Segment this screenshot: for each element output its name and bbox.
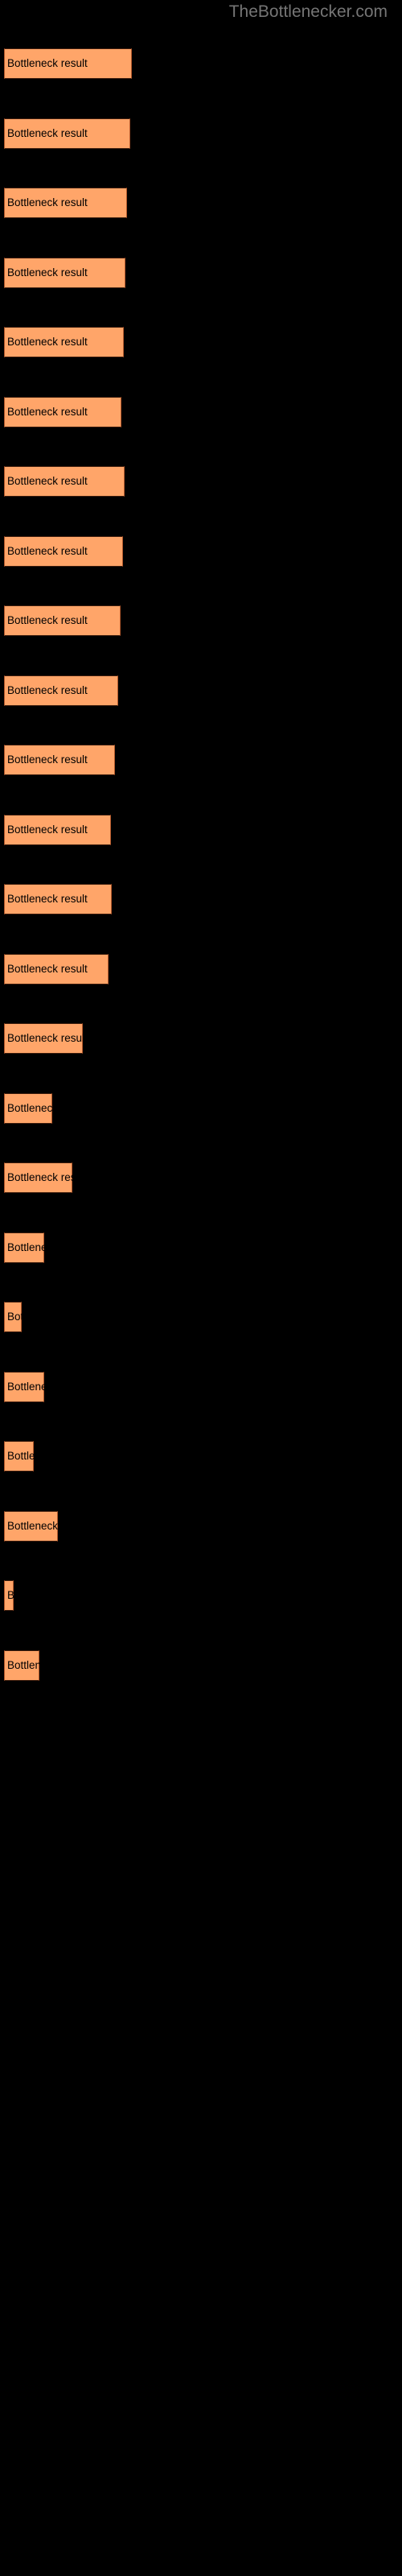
bar[interactable] — [4, 745, 115, 775]
bar-row: Bottleneck result — [0, 745, 402, 775]
bar-row: Bottleneck result — [0, 1023, 402, 1054]
bar[interactable] — [4, 675, 118, 706]
bar-row: Bottleneck result — [0, 258, 402, 288]
bar-row: Bottleneck result — [0, 48, 402, 79]
bar[interactable] — [4, 188, 127, 218]
bar[interactable] — [4, 1302, 22, 1332]
bar-row: Bottleneck result — [0, 884, 402, 914]
bar[interactable] — [4, 1162, 72, 1193]
bar-row: Bottleneck result — [0, 1372, 402, 1402]
bar-row: Bottleneck result — [0, 536, 402, 567]
bar-row: Bottleneck result — [0, 605, 402, 636]
bar[interactable] — [4, 1441, 34, 1472]
bar[interactable] — [4, 815, 111, 845]
bar[interactable] — [4, 1232, 44, 1263]
bar[interactable] — [4, 48, 132, 79]
bar[interactable] — [4, 466, 125, 497]
bar-row: Bottleneck result — [0, 1511, 402, 1542]
bar-label: Bottleneck result — [7, 1589, 88, 1601]
bar[interactable] — [4, 1580, 14, 1611]
bar[interactable] — [4, 605, 121, 636]
bar-row: Bottleneck result — [0, 954, 402, 985]
bar-row: Bottleneck result — [0, 675, 402, 706]
bar-row: Bottleneck result — [0, 1232, 402, 1263]
bar-row: Bottleneck result — [0, 466, 402, 497]
bar[interactable] — [4, 1372, 44, 1402]
bar-row: Bottleneck result — [0, 815, 402, 845]
bar-row: Bottleneck result — [0, 1650, 402, 1681]
bar[interactable] — [4, 1650, 39, 1681]
bar[interactable] — [4, 1023, 83, 1054]
bar-row: Bottleneck result — [0, 1580, 402, 1611]
bar-row: Bottleneck result — [0, 1093, 402, 1124]
bar[interactable] — [4, 1511, 58, 1542]
bar[interactable] — [4, 1093, 52, 1124]
bar[interactable] — [4, 397, 121, 427]
bar-row: Bottleneck result — [0, 1441, 402, 1472]
bar[interactable] — [4, 118, 130, 149]
bar[interactable] — [4, 954, 109, 985]
bar-row: Bottleneck result — [0, 1162, 402, 1193]
bar-row: Bottleneck result — [0, 188, 402, 218]
bar[interactable] — [4, 536, 123, 567]
bottleneck-chart-page: TheBottlenecker.com Bottleneck result Bot… — [0, 0, 402, 2576]
bar-row: Bottleneck result — [0, 327, 402, 357]
bar-chart: Bottleneck result Bottleneck result Bottle… — [0, 0, 402, 2576]
bar[interactable] — [4, 884, 112, 914]
bar-row: Bottleneck result — [0, 118, 402, 149]
bar[interactable] — [4, 258, 125, 288]
bar-row: Bottleneck result — [0, 397, 402, 427]
bar-row: Bottleneck result — [0, 1302, 402, 1332]
bar[interactable] — [4, 327, 124, 357]
